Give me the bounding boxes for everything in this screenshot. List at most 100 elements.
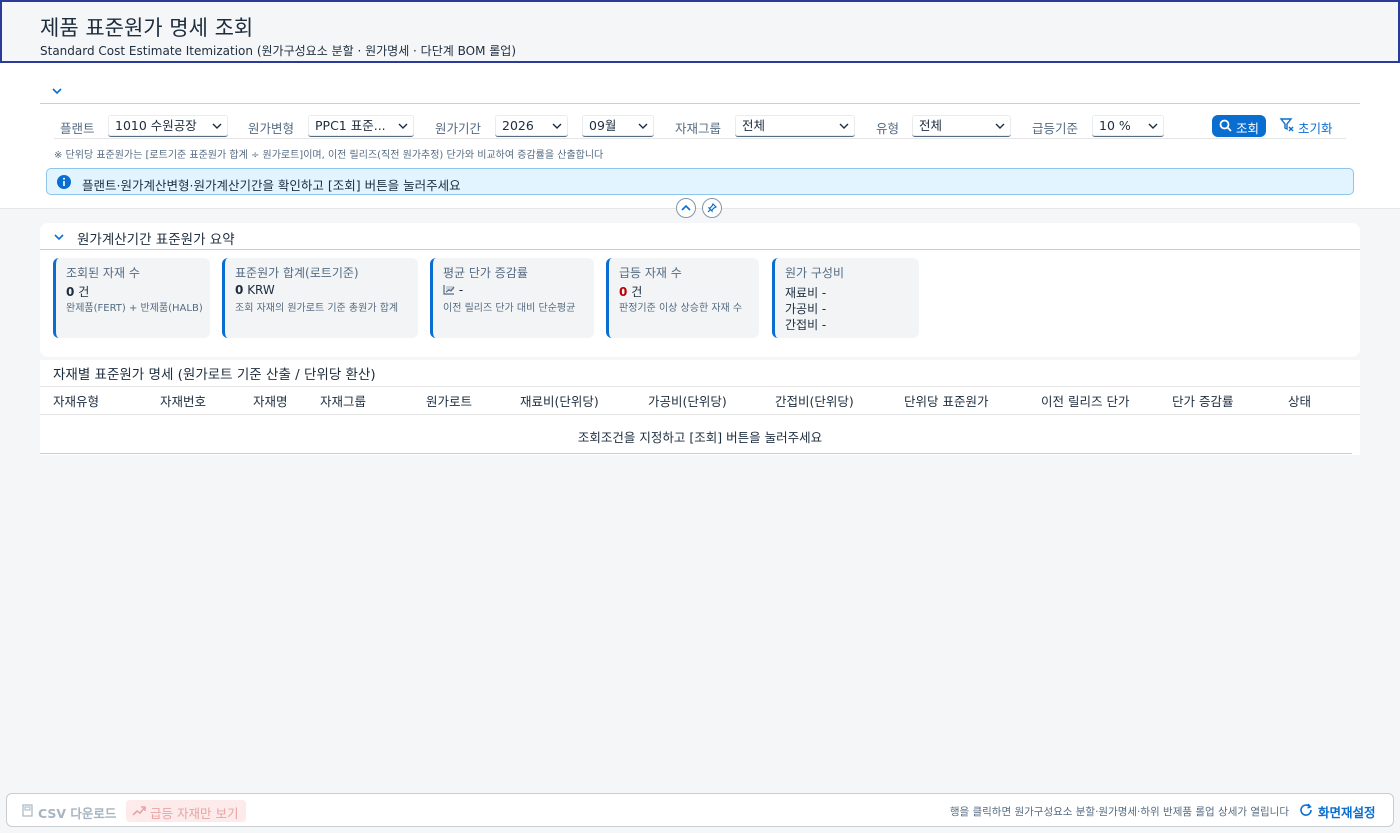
surge-only-toggle[interactable]: 급등 자재만 보기 [126, 800, 246, 822]
kpi-title: 표준원가 합계(로트기준) [235, 266, 359, 280]
filter-clear-icon [1279, 118, 1294, 132]
plant-label: 플랜트 [60, 121, 95, 136]
kpi-value-line: 0 건 [66, 283, 89, 300]
kpi-value-line: - [443, 283, 463, 297]
divider [40, 414, 1360, 415]
column-header[interactable]: 단가 증감률 [1172, 391, 1233, 410]
summary-panel: 원가계산기간 표준원가 요약 조회된 자재 수 0 건 완제품(FERT) + … [40, 223, 1360, 357]
kpi-subtitle: 완제품(FERT) + 반제품(HALB) [66, 303, 203, 314]
kpi-value: - [458, 283, 464, 297]
month-select[interactable]: 09월 [582, 115, 654, 137]
search-icon [1219, 119, 1232, 132]
csv-download-label: CSV 다운로드 [38, 806, 117, 821]
kpi-card-avg-change: 평균 단가 증감률 - 이전 릴리즈 단가 대비 단순평균 [430, 258, 594, 338]
kpi-unit: 건 [78, 285, 90, 299]
pin-header-button[interactable] [702, 198, 722, 218]
variant-select[interactable]: PPC1 표준... [308, 115, 414, 137]
search-button-label: 조회 [1236, 121, 1260, 136]
refresh-icon [1300, 803, 1312, 816]
column-header[interactable]: 간접비(단위당) [775, 391, 854, 410]
kpi-title: 평균 단가 증감률 [443, 266, 528, 280]
chevron-down-icon[interactable] [53, 231, 65, 243]
divider [54, 138, 1346, 139]
collapse-header-button[interactable] [676, 198, 696, 218]
surge-select[interactable]: 10 % [1092, 115, 1164, 137]
pin-icon [707, 203, 717, 213]
kpi-subtitle: 조회 자재의 원가로트 기준 총원가 합계 [235, 303, 399, 314]
column-header[interactable]: 재료비(단위당) [520, 391, 599, 410]
kpi-value: 0 [619, 285, 628, 299]
reset-filter-label: 초기화 [1298, 121, 1333, 136]
kpi-subtitle: 이전 릴리즈 단가 대비 단순평균 [443, 303, 576, 314]
info-message: 플랜트·원가계산변형·원가계산기간을 확인하고 [조회] 버튼을 눌러주세요 [82, 178, 461, 193]
page-subtitle: Standard Cost Estimate Itemization (원가구성… [40, 44, 517, 58]
reset-layout-button[interactable]: 화면재설정 [1299, 802, 1381, 820]
column-header[interactable]: 자재유형 [53, 391, 99, 410]
filter-note: ※ 단위당 표준원가는 [로트기준 표준원가 합계 ÷ 원가로트]이며, 이전 … [54, 150, 604, 161]
surge-label: 급등기준 [1032, 121, 1079, 136]
search-button[interactable]: 조회 [1212, 115, 1266, 137]
column-header[interactable]: 원가로트 [426, 391, 472, 410]
type-value: 전체 [919, 118, 943, 133]
page-header: 제품 표준원가 명세 조회 Standard Cost Estimate Ite… [0, 0, 1400, 63]
chart-icon [443, 285, 455, 295]
column-header[interactable]: 자재명 [253, 391, 288, 410]
column-header[interactable]: 상태 [1288, 391, 1311, 410]
year-select[interactable]: 2026 [495, 115, 568, 137]
composition-material: 재료비 - [785, 286, 827, 300]
kpi-title: 원가 구성비 [785, 266, 845, 280]
kpi-card-cost-composition: 원가 구성비 재료비 - 가공비 - 간접비 - [772, 258, 919, 338]
info-icon [57, 175, 71, 189]
kpi-value-line: 0 KRW [235, 283, 275, 297]
period-label: 원가기간 [435, 121, 482, 136]
divider [40, 103, 1360, 104]
kpi-unit: 건 [631, 285, 643, 299]
chevron-down-icon[interactable] [50, 84, 64, 98]
divider [40, 453, 1352, 454]
kpi-title: 급등 자재 수 [619, 266, 682, 280]
year-value: 2026 [502, 118, 534, 133]
material-group-select[interactable]: 전체 [735, 115, 855, 137]
info-strip: 플랜트·원가계산변형·원가계산기간을 확인하고 [조회] 버튼을 눌러주세요 [46, 168, 1354, 195]
kpi-unit: KRW [247, 283, 275, 297]
chevron-up-icon [681, 204, 691, 211]
page-title: 제품 표준원가 명세 조회 [40, 16, 254, 40]
download-icon [22, 804, 33, 817]
plant-value: 1010 수원공장 [115, 118, 197, 133]
column-header[interactable]: 단위당 표준원가 [904, 391, 988, 410]
kpi-title: 조회된 자재 수 [66, 266, 140, 280]
footer-hint: 행을 클릭하면 원가구성요소 분할·원가명세·하위 반제품 롤업 상세가 열립니… [949, 806, 1289, 818]
chevron-down-icon [638, 123, 648, 129]
kpi-value: 0 [235, 283, 244, 297]
detail-title: 자재별 표준원가 명세 (원가로트 기준 산출 / 단위당 환산) [53, 367, 376, 383]
divider [40, 249, 1360, 250]
month-value: 09월 [589, 118, 617, 133]
column-header[interactable]: 가공비(단위당) [648, 391, 727, 410]
composition-processing: 가공비 - [785, 302, 827, 316]
trend-up-icon [132, 806, 146, 816]
material-group-label: 자재그룹 [675, 121, 722, 136]
reset-layout-label: 화면재설정 [1318, 805, 1376, 820]
column-header[interactable]: 이전 릴리즈 단가 [1041, 391, 1129, 410]
column-header[interactable]: 자재번호 [160, 391, 206, 410]
variant-label: 원가변형 [248, 121, 295, 136]
chevron-down-icon [398, 123, 408, 129]
divider [40, 386, 1360, 387]
type-select[interactable]: 전체 [912, 115, 1011, 137]
column-header[interactable]: 자재그룹 [320, 391, 366, 410]
type-label: 유형 [876, 121, 900, 136]
chevron-down-icon [1148, 123, 1158, 129]
plant-select[interactable]: 1010 수원공장 [108, 115, 228, 137]
surge-only-label: 급등 자재만 보기 [150, 806, 239, 821]
chevron-down-icon [839, 123, 849, 129]
chevron-down-icon [995, 123, 1005, 129]
material-group-value: 전체 [742, 118, 766, 133]
empty-message: 조회조건을 지정하고 [조회] 버튼을 눌러주세요 [577, 430, 823, 445]
kpi-card-material-count: 조회된 자재 수 0 건 완제품(FERT) + 반제품(HALB) [53, 258, 210, 338]
kpi-card-surge-count: 급등 자재 수 0 건 판정기준 이상 상승한 자재 수 [606, 258, 759, 338]
composition-overhead: 간접비 - [785, 318, 827, 332]
detail-table: 자재별 표준원가 명세 (원가로트 기준 산출 / 단위당 환산) 자재유형 자… [40, 360, 1360, 455]
chevron-down-icon [212, 123, 222, 129]
kpi-value-line: 0 건 [619, 283, 642, 300]
kpi-value: 0 [66, 285, 75, 299]
